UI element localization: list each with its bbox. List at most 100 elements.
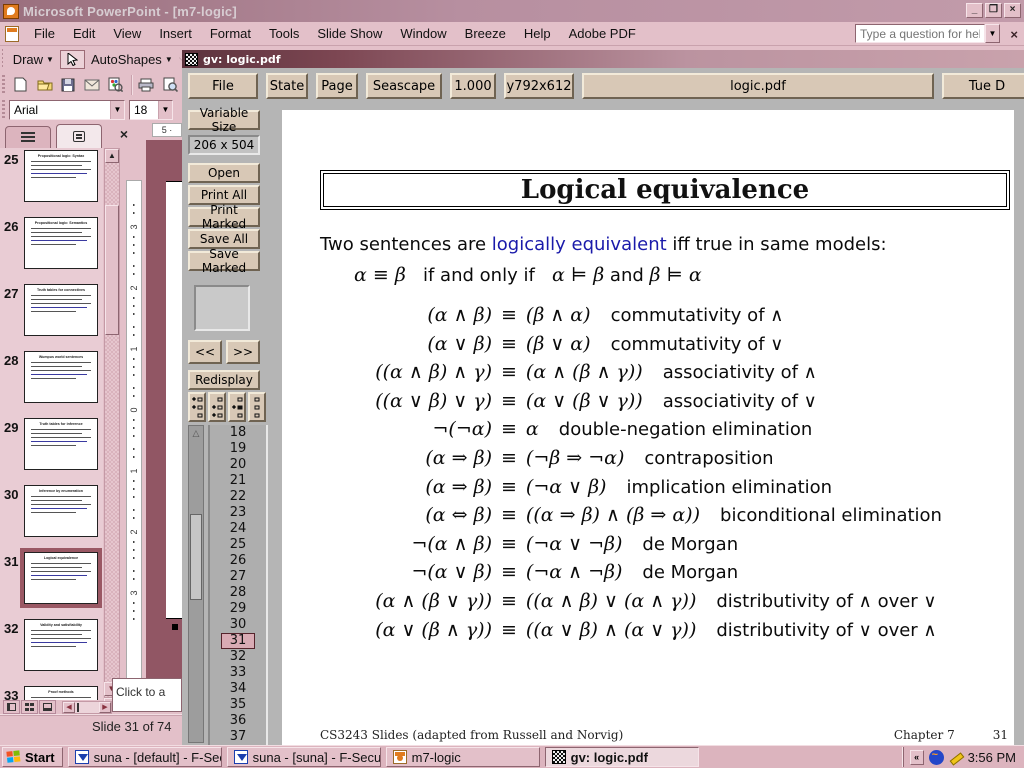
slide-thumbnail-preview[interactable]: Truth tables for connectives bbox=[24, 284, 98, 336]
slide-thumbnail-preview[interactable]: Validity and satisfiability bbox=[24, 619, 98, 671]
gv-variable-size-button[interactable]: Variable Size bbox=[188, 110, 260, 130]
gv-save-marked-button[interactable]: Save Marked bbox=[188, 251, 260, 271]
tray-app-icon[interactable] bbox=[929, 750, 944, 765]
page-number-item[interactable]: 28 bbox=[221, 585, 255, 601]
thumbnail-scrollbar[interactable]: ▲ bbox=[104, 148, 120, 698]
print-preview-button[interactable] bbox=[160, 75, 180, 95]
slide-thumbnail-preview[interactable]: Truth tables for inference bbox=[24, 418, 98, 470]
menu-item[interactable]: Window bbox=[391, 23, 455, 44]
gv-file-button[interactable]: File bbox=[188, 73, 258, 99]
toolbar-grip[interactable] bbox=[2, 100, 5, 120]
toolbar-grip[interactable] bbox=[2, 49, 3, 70]
gv-filename-button[interactable]: logic.pdf bbox=[582, 73, 934, 99]
slide-thumbnail[interactable]: 33 Proof methods bbox=[0, 684, 103, 700]
help-dropdown-arrow[interactable]: ▼ bbox=[985, 24, 1000, 43]
notes-pane[interactable]: Click to a bbox=[112, 678, 182, 712]
draw-menu-button[interactable]: Draw▼ bbox=[7, 49, 60, 70]
page-number-item[interactable]: 26 bbox=[221, 553, 255, 569]
slide-thumbnail[interactable]: 25 Propositional logic: Syntax bbox=[0, 148, 103, 215]
gv-pagelist-scrollbar[interactable]: △ bbox=[188, 425, 204, 743]
gv-scale-button[interactable]: 1.000 bbox=[450, 73, 496, 99]
gv-date-button[interactable]: Tue D bbox=[942, 73, 1024, 99]
taskbar-task[interactable]: suna - [suna] - F-Secure S... bbox=[227, 747, 381, 767]
start-button[interactable]: Start bbox=[2, 747, 63, 767]
page-number-item[interactable]: 32 bbox=[221, 649, 255, 665]
minimize-button[interactable]: _ bbox=[966, 3, 983, 18]
page-number-item[interactable]: 23 bbox=[221, 505, 255, 521]
new-document-button[interactable] bbox=[11, 75, 31, 95]
tab-slides[interactable] bbox=[56, 124, 102, 148]
page-number-item[interactable]: 31 bbox=[221, 633, 255, 649]
font-size-combo[interactable]: 18 ▼ bbox=[129, 100, 173, 120]
slide-resize-handle[interactable] bbox=[172, 624, 178, 630]
page-number-item[interactable]: 30 bbox=[221, 617, 255, 633]
help-input[interactable] bbox=[855, 24, 985, 43]
scroll-up-triangle-icon[interactable]: △ bbox=[190, 428, 202, 440]
gv-redisplay-button[interactable]: Redisplay bbox=[188, 370, 260, 390]
slide-thumbnail[interactable]: 27 Truth tables for connectives bbox=[0, 282, 103, 349]
slide-thumbnail[interactable]: 30 Inference by enumeration bbox=[0, 483, 103, 550]
slide-thumbnail-preview[interactable]: Wumpus world sentences bbox=[24, 351, 98, 403]
gv-prev-page-button[interactable]: << bbox=[188, 340, 222, 364]
autoshapes-menu-button[interactable]: AutoShapes▼ bbox=[85, 49, 179, 70]
page-number-item[interactable]: 25 bbox=[221, 537, 255, 553]
page-number-item[interactable]: 34 bbox=[221, 681, 255, 697]
page-number-item[interactable]: 21 bbox=[221, 473, 255, 489]
gv-print-marked-button[interactable]: Print Marked bbox=[188, 207, 260, 227]
slide-thumbnail-preview[interactable]: Logical equivalence bbox=[24, 552, 98, 604]
menu-item[interactable]: File bbox=[25, 23, 64, 44]
scroll-up-button[interactable]: ▲ bbox=[105, 149, 119, 163]
preview-color-button[interactable] bbox=[106, 75, 126, 95]
page-number-item[interactable]: 37 bbox=[221, 729, 255, 745]
menu-item[interactable]: Slide Show bbox=[308, 23, 391, 44]
open-button[interactable] bbox=[35, 75, 55, 95]
page-number-item[interactable]: 24 bbox=[221, 521, 255, 537]
normal-view-button[interactable] bbox=[3, 700, 20, 714]
menu-item[interactable]: Format bbox=[201, 23, 260, 44]
caret-down-icon[interactable]: ▼ bbox=[158, 101, 172, 119]
gv-save-all-button[interactable]: Save All bbox=[188, 229, 260, 249]
gv-mark-pattern-button-4[interactable] bbox=[248, 392, 266, 422]
close-button[interactable]: × bbox=[1004, 3, 1021, 18]
menu-item[interactable]: Breeze bbox=[456, 23, 515, 44]
slide-thumbnail-preview[interactable]: Inference by enumeration bbox=[24, 485, 98, 537]
select-pointer-button[interactable] bbox=[60, 50, 85, 69]
scroll-left-button[interactable]: ◀ bbox=[63, 702, 75, 713]
pane-close-icon[interactable]: × bbox=[120, 126, 128, 142]
page-number-item[interactable]: 33 bbox=[221, 665, 255, 681]
taskbar-task[interactable]: gv: logic.pdf bbox=[545, 747, 699, 767]
save-button[interactable] bbox=[58, 75, 78, 95]
gv-mark-pattern-button-1[interactable] bbox=[188, 392, 206, 422]
page-number-item[interactable]: 22 bbox=[221, 489, 255, 505]
page-number-item[interactable]: 36 bbox=[221, 713, 255, 729]
page-number-item[interactable]: 35 bbox=[221, 697, 255, 713]
gv-titlebar[interactable]: gv: logic.pdf bbox=[182, 50, 1024, 68]
gv-state-button[interactable]: State bbox=[266, 73, 308, 99]
slide-thumbnail[interactable]: 28 Wumpus world sentences bbox=[0, 349, 103, 416]
menu-item[interactable]: Insert bbox=[150, 23, 201, 44]
scrollbar-thumb[interactable] bbox=[190, 514, 202, 600]
gv-magnifier-box[interactable] bbox=[194, 285, 250, 331]
page-number-item[interactable]: 18 bbox=[221, 425, 255, 441]
slideshow-view-button[interactable] bbox=[39, 700, 56, 714]
gv-print-all-button[interactable]: Print All bbox=[188, 185, 260, 205]
slide-thumbnail-preview[interactable]: Propositional logic: Semantics bbox=[24, 217, 98, 269]
gv-page-button[interactable]: Page bbox=[316, 73, 358, 99]
restore-button[interactable]: ❐ bbox=[985, 3, 1002, 18]
menu-item[interactable]: Help bbox=[515, 23, 560, 44]
tray-chevron-button[interactable]: « bbox=[910, 750, 924, 765]
font-combo[interactable]: Arial ▼ bbox=[9, 100, 125, 120]
slide-thumbnail-preview[interactable]: Proof methods bbox=[24, 686, 98, 700]
scroll-right-button[interactable]: ▶ bbox=[99, 702, 111, 713]
mail-button[interactable] bbox=[82, 75, 102, 95]
page-number-item[interactable]: 27 bbox=[221, 569, 255, 585]
gv-mark-pattern-button-2[interactable] bbox=[208, 392, 226, 422]
slide-thumbnail[interactable]: 32 Validity and satisfiability bbox=[0, 617, 103, 684]
tray-pencil-icon[interactable] bbox=[949, 750, 963, 764]
scrollbar-thumb[interactable] bbox=[105, 205, 119, 335]
gv-mark-pattern-button-3[interactable] bbox=[228, 392, 246, 422]
tab-outline[interactable] bbox=[5, 126, 51, 148]
slide-thumbnail[interactable]: 31 Logical equivalence bbox=[0, 550, 103, 617]
slide-thumbnail-preview[interactable]: Propositional logic: Syntax bbox=[24, 150, 98, 202]
menu-item[interactable]: Adobe PDF bbox=[560, 23, 645, 44]
